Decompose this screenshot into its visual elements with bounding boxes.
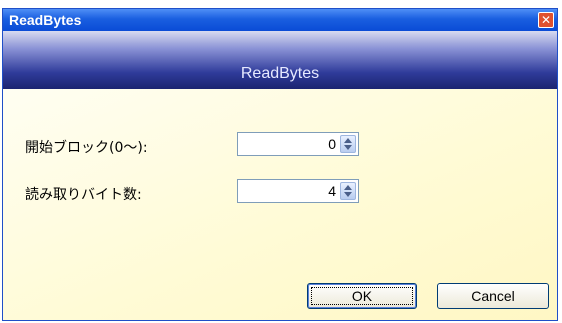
window-title: ReadBytes	[9, 12, 82, 28]
cancel-button[interactable]: Cancel	[437, 283, 549, 309]
start-block-value[interactable]: 0	[328, 136, 336, 152]
ok-button[interactable]: OK	[307, 283, 417, 309]
cancel-button-label: Cancel	[471, 288, 515, 304]
spin-up-arrow-icon[interactable]	[344, 138, 352, 143]
start-block-label: 開始ブロック(0〜):	[25, 140, 148, 156]
focus-rectangle	[311, 287, 413, 305]
spin-down-arrow-icon[interactable]	[344, 145, 352, 150]
spin-up-arrow-icon[interactable]	[344, 185, 352, 190]
title-bar[interactable]: ReadBytes ✕	[3, 9, 557, 31]
spin-arrows[interactable]	[340, 135, 356, 153]
close-icon[interactable]: ✕	[538, 12, 554, 28]
start-block-spinner[interactable]: 0	[237, 132, 359, 156]
spin-down-arrow-icon[interactable]	[344, 192, 352, 197]
dialog-content: 開始ブロック(0〜): 0 読み取りバイト数: 4 OK Cancel	[3, 89, 557, 320]
banner-title: ReadBytes	[240, 65, 320, 82]
readbytes-dialog: ReadBytes ✕ ReadBytes 開始ブロック(0〜): 0 読み取り…	[2, 8, 558, 321]
read-bytes-value[interactable]: 4	[328, 183, 336, 199]
read-bytes-label: 読み取りバイト数:	[25, 187, 142, 203]
header-banner: ReadBytes	[3, 31, 557, 89]
read-bytes-spinner[interactable]: 4	[237, 179, 359, 203]
spin-arrows[interactable]	[340, 182, 356, 200]
